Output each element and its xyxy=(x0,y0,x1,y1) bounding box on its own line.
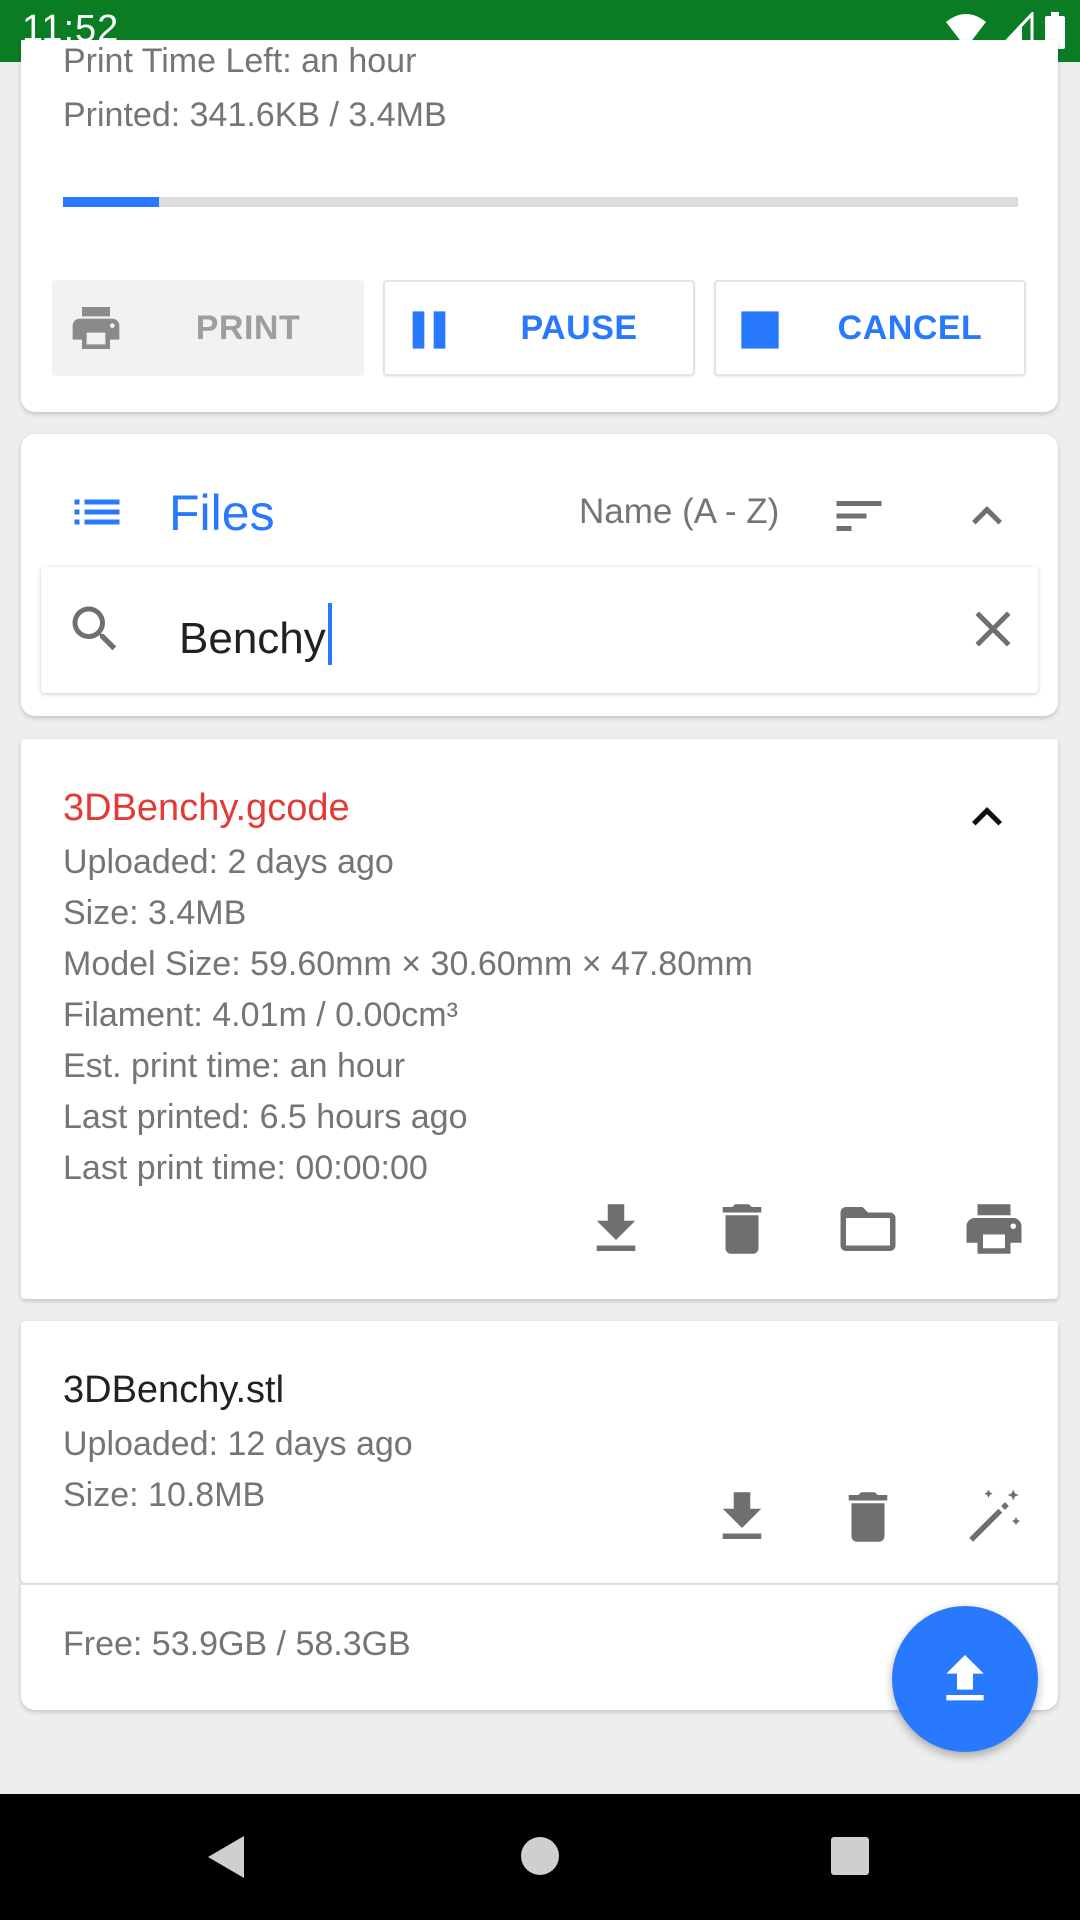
file-size: Size: 3.4MB xyxy=(63,894,247,932)
storage-free: Free: 53.9GB / 58.3GB xyxy=(63,1625,411,1663)
trash-icon[interactable] xyxy=(835,1484,901,1550)
file-last-print-time: Last print time: 00:00:00 xyxy=(63,1149,428,1187)
file-name: 3DBenchy.gcode xyxy=(63,787,350,829)
text-caret xyxy=(327,603,332,665)
clear-search-icon[interactable] xyxy=(963,599,1023,659)
files-panel: Files Name (A - Z) Benchy xyxy=(21,434,1058,716)
printed-amount: Printed: 341.6KB / 3.4MB xyxy=(63,96,447,134)
printer-icon[interactable] xyxy=(961,1196,1027,1262)
back-icon[interactable] xyxy=(204,1832,248,1882)
files-title: Files xyxy=(169,485,275,541)
trash-icon[interactable] xyxy=(709,1196,775,1262)
file-uploaded: Uploaded: 2 days ago xyxy=(63,843,394,881)
magic-wand-icon[interactable] xyxy=(961,1484,1027,1550)
file-filament: Filament: 4.01m / 0.00cm³ xyxy=(63,996,458,1034)
file-est-print-time: Est. print time: an hour xyxy=(63,1047,406,1085)
upload-fab-button[interactable] xyxy=(892,1606,1038,1752)
cancel-button-label: CANCEL xyxy=(837,308,983,347)
pause-button-label: PAUSE xyxy=(520,308,638,347)
file-size: Size: 10.8MB xyxy=(63,1476,266,1514)
file-last-printed: Last printed: 6.5 hours ago xyxy=(63,1098,468,1136)
file-item-stl[interactable]: 3DBenchy.stl Uploaded: 12 days ago Size:… xyxy=(21,1321,1058,1583)
file-name: 3DBenchy.stl xyxy=(63,1369,285,1411)
folder-icon[interactable] xyxy=(835,1196,901,1262)
navigation-bar xyxy=(0,1794,1080,1920)
search-value: Benchy xyxy=(179,603,332,665)
file-uploaded: Uploaded: 12 days ago xyxy=(63,1425,413,1463)
print-button[interactable]: PRINT xyxy=(52,280,364,376)
print-progress-bar xyxy=(63,197,1018,207)
download-icon[interactable] xyxy=(709,1484,775,1550)
collapse-chevron-icon[interactable] xyxy=(957,787,1017,847)
print-progress-fill xyxy=(63,197,159,207)
cancel-button[interactable]: CANCEL xyxy=(714,280,1026,376)
list-icon xyxy=(74,499,120,525)
print-button-label: PRINT xyxy=(195,308,301,347)
search-input[interactable]: Benchy xyxy=(41,567,1038,693)
chevron-up-icon[interactable] xyxy=(957,486,1017,546)
print-time-left: Print Time Left: an hour xyxy=(63,42,417,80)
print-job-card: Print Time Left: an hour Printed: 341.6K… xyxy=(21,40,1058,412)
recents-icon[interactable] xyxy=(830,1836,870,1876)
file-item-gcode[interactable]: 3DBenchy.gcode Uploaded: 2 days ago Size… xyxy=(21,739,1058,1299)
pause-button[interactable]: PAUSE xyxy=(383,280,695,376)
file-model-size: Model Size: 59.60mm × 30.60mm × 47.80mm xyxy=(63,945,753,983)
home-icon[interactable] xyxy=(520,1836,560,1876)
download-icon[interactable] xyxy=(583,1196,649,1262)
sort-label[interactable]: Name (A - Z) xyxy=(579,492,779,532)
search-icon xyxy=(72,606,117,651)
search-query: Benchy xyxy=(179,614,326,663)
sort-icon[interactable] xyxy=(829,486,889,546)
upload-icon xyxy=(946,1655,984,1701)
